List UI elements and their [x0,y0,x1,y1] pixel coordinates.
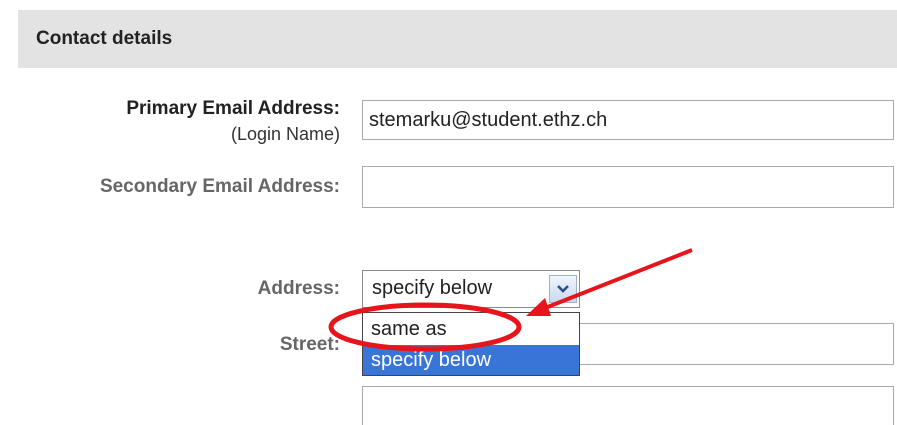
address-label: Address: [257,278,340,299]
address-dropdown-list: same as specify below [362,312,580,376]
chevron-down-icon [557,285,569,293]
primary-email-sublabel: (Login Name) [230,124,340,144]
street-field-line-2[interactable] [362,386,894,425]
primary-email-field[interactable] [362,100,894,140]
primary-email-label: Primary Email Address: [126,98,340,119]
dropdown-option-specify-below[interactable]: specify below [363,345,579,375]
contact-details-form: Contact details Primary Email Address: (… [0,0,897,425]
section-title: Contact details [36,28,173,49]
address-dropdown-button[interactable] [549,275,577,303]
dropdown-option-same-as[interactable]: same as [363,314,579,344]
secondary-email-field[interactable] [362,166,894,208]
street-label: Street: [279,334,340,355]
secondary-email-label: Secondary Email Address: [99,176,340,197]
address-select[interactable]: specify below [362,270,580,308]
address-select-value: specify below [372,277,493,299]
